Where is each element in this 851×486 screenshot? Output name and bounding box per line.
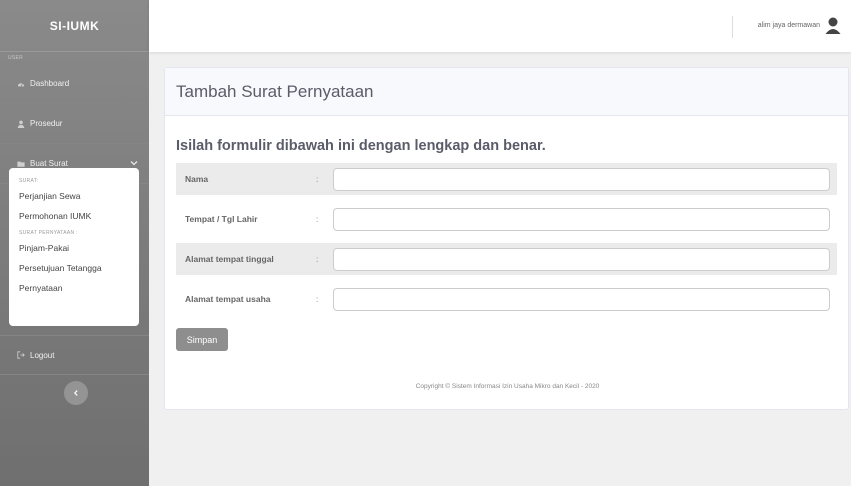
page-title: Tambah Surat Pernyataan [176,81,374,101]
chevron-left-icon [73,390,78,396]
sidebar-item-dashboard[interactable]: Dashboard [0,64,149,104]
tempat-tgl-lahir-input[interactable] [333,207,830,231]
submenu-item[interactable]: Permohonan IUMK [9,206,139,226]
submenu-heading: SURAT PERNYATAAN : [19,230,78,236]
user-icon [17,120,25,128]
submenu-item[interactable]: Perjanjian Sewa [9,186,139,206]
footer-copyright: Copyright © Sistem Informasi Izin Usaha … [415,383,600,390]
field-colon: : [316,294,319,304]
submenu-item[interactable]: Pernyataan [9,278,139,298]
field-label: Tempat / Tgl Lahir [185,214,258,224]
user-name[interactable]: alim jaya dermawan [758,22,820,29]
sidebar-item-label: Dashboard [30,79,70,88]
avatar-icon [822,14,844,36]
dashboard-icon [17,80,25,88]
field-label: Alamat tempat usaha [185,294,271,304]
form-row-tempat-tgl-lahir: Tempat / Tgl Lahir : [176,203,837,235]
folder-icon [17,160,25,168]
field-colon: : [316,254,319,264]
nama-input[interactable] [333,167,830,191]
form-card: Tambah Surat Pernyataan Isilah formulir … [164,67,849,410]
field-label: Alamat tempat tinggal [185,254,274,264]
field-colon: : [316,214,319,224]
sidebar-item-logout[interactable]: Logout [0,335,149,375]
submenu-heading: SURAT: [19,178,39,184]
field-colon: : [316,174,319,184]
form-row-nama: Nama : [176,163,837,195]
submenu-item[interactable]: Persetujuan Tetangga [9,258,139,278]
save-button[interactable]: Simpan [176,328,228,351]
card-header: Tambah Surat Pernyataan [165,68,848,116]
submenu-item[interactable]: Pinjam-Pakai [9,238,139,258]
submenu-buat-surat: SURAT: Perjanjian Sewa Permohonan IUMK S… [9,168,139,326]
sidebar-section-label: USER [8,55,24,61]
logout-icon [17,351,25,359]
chevron-down-icon[interactable] [129,158,139,168]
brand-logo[interactable]: SI-IUMK [0,0,149,52]
field-label: Nama [185,174,209,184]
form-row-alamat-tinggal: Alamat tempat tinggal : [176,243,837,275]
topbar: alim jaya dermawan [149,0,851,52]
sidebar-item-label: Logout [30,350,55,360]
alamat-tinggal-input[interactable] [333,247,830,271]
sidebar: SI-IUMK USER Dashboard Prosedur Buat Sur… [0,0,149,486]
sidebar-item-prosedur[interactable]: Prosedur [0,104,149,144]
sidebar-item-label: Buat Surat [30,159,68,168]
topbar-divider [732,16,733,38]
form-heading: Isilah formulir dibawah ini dengan lengk… [176,138,546,154]
sidebar-toggle-button[interactable] [64,381,88,405]
alamat-usaha-input[interactable] [333,287,830,311]
form-row-alamat-usaha: Alamat tempat usaha : [176,283,837,315]
user-avatar[interactable] [822,14,844,36]
sidebar-item-label: Prosedur [30,119,63,128]
